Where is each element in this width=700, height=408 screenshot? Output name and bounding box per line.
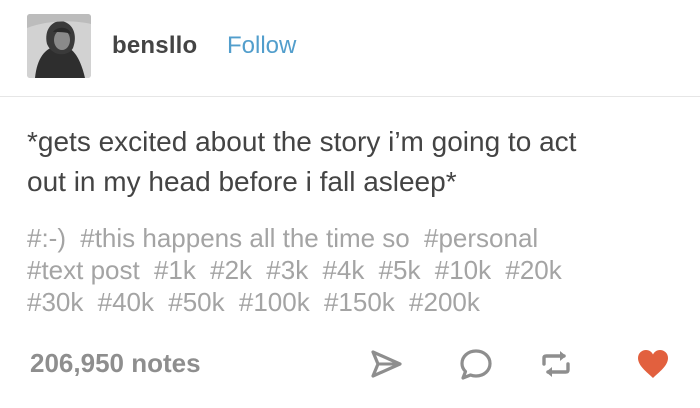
reblog-button[interactable] <box>538 346 574 382</box>
post-footer: 206,950 notes <box>0 338 700 390</box>
tag-link[interactable]: #5k <box>379 255 421 285</box>
post-text-line: out in my head before i fall asleep* <box>27 166 457 197</box>
tag-link[interactable]: #50k <box>168 287 224 317</box>
tag-link[interactable]: #4k <box>322 255 364 285</box>
post-text: *gets excited about the story i’m going … <box>27 122 677 202</box>
post-header: bensllo Follow <box>0 0 700 97</box>
share-button[interactable] <box>368 346 404 382</box>
reblog-icon <box>542 351 570 377</box>
tag-link[interactable]: #1k <box>154 255 196 285</box>
tag-link[interactable]: #3k <box>266 255 308 285</box>
tag-link[interactable]: #30k <box>27 287 83 317</box>
tag-link[interactable]: #this happens all the time so <box>80 223 410 253</box>
like-button[interactable] <box>635 346 671 382</box>
notes-count[interactable]: 206,950 notes <box>30 348 201 379</box>
tag-link[interactable]: #personal <box>424 223 538 253</box>
follow-button[interactable]: Follow <box>227 32 296 60</box>
reply-icon <box>460 349 492 380</box>
tag-link[interactable]: #150k <box>324 287 395 317</box>
tag-link[interactable]: #:-) <box>27 223 66 253</box>
post-text-line: *gets excited about the story i’m going … <box>27 126 577 157</box>
tumblr-post: bensllo Follow *gets excited about the s… <box>0 0 700 408</box>
avatar-image <box>27 14 91 78</box>
tag-link[interactable]: #2k <box>210 255 252 285</box>
tag-link[interactable]: #10k <box>435 255 491 285</box>
post-tags: #:-) #this happens all the time so #pers… <box>27 222 677 318</box>
tag-link[interactable]: #20k <box>505 255 561 285</box>
share-icon <box>371 350 402 378</box>
like-heart-icon <box>638 350 668 378</box>
tag-link[interactable]: #100k <box>239 287 310 317</box>
avatar[interactable] <box>27 14 91 78</box>
tag-link[interactable]: #40k <box>98 287 154 317</box>
username-link[interactable]: bensllo <box>112 32 197 60</box>
tag-link[interactable]: #200k <box>409 287 480 317</box>
reply-button[interactable] <box>458 346 494 382</box>
tag-link[interactable]: #text post <box>27 255 140 285</box>
